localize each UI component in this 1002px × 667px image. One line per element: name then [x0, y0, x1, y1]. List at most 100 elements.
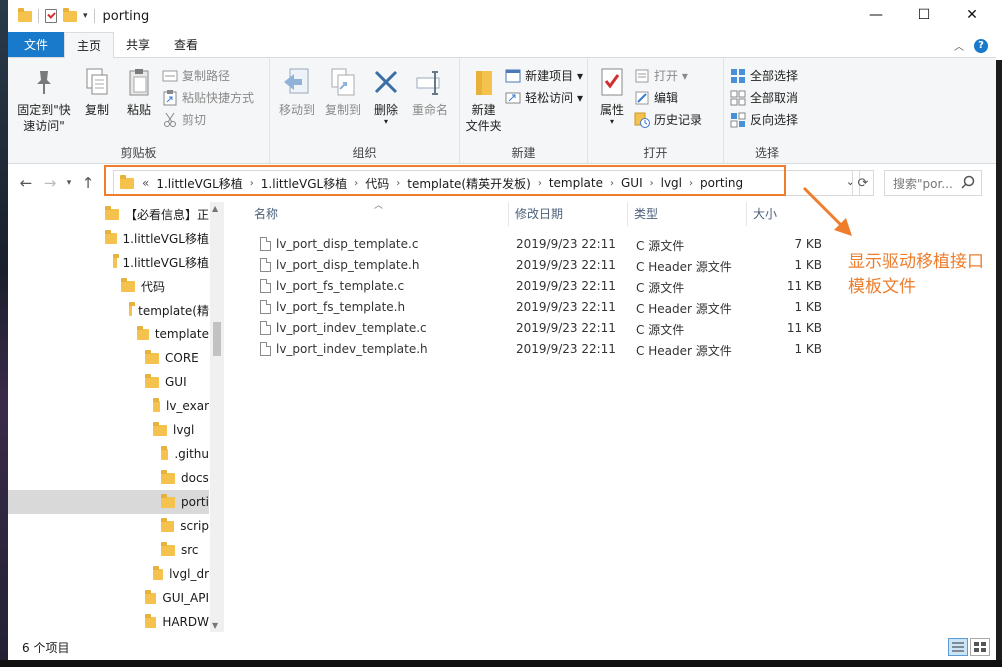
- tree-item-label: template: [154, 327, 209, 341]
- folder-icon: [153, 421, 167, 436]
- search-input[interactable]: 搜索"por...: [884, 170, 982, 196]
- recent-locations-chevron-icon[interactable]: ▾: [62, 178, 76, 188]
- forward-arrow-icon[interactable]: →: [38, 174, 62, 192]
- file-row[interactable]: lv_port_disp_template.h 2019/9/23 22:11 …: [234, 255, 834, 276]
- quick-access-toolbar: ▾: [8, 7, 95, 23]
- delete-button[interactable]: 删除 ▾: [366, 62, 406, 143]
- folder-icon: [113, 253, 119, 268]
- file-row[interactable]: lv_port_indev_template.c 2019/9/23 22:11…: [234, 318, 834, 339]
- tab-file[interactable]: 文件: [8, 32, 65, 57]
- view-toggle: [948, 638, 990, 656]
- cut-button[interactable]: 剪切: [162, 110, 254, 129]
- scroll-thumb[interactable]: [213, 322, 221, 356]
- properties-icon[interactable]: [45, 9, 57, 23]
- tree-item-label: 【必看信息】正: [124, 207, 209, 222]
- column-header-date[interactable]: 修改日期: [509, 202, 628, 226]
- scroll-up-chevron-icon[interactable]: ▲: [212, 204, 218, 213]
- tree-item-label: lv_exar: [166, 399, 209, 413]
- file-row[interactable]: lv_port_fs_template.h 2019/9/23 22:11 C …: [234, 297, 834, 318]
- tree-item[interactable]: scrip: [161, 514, 209, 538]
- collapse-ribbon-chevron-icon[interactable]: ︿: [954, 38, 964, 53]
- nav-scrollbar[interactable]: ▲ ▼: [210, 202, 224, 632]
- tree-item-label: GUI_API: [162, 591, 209, 605]
- file-row[interactable]: lv_port_indev_template.h 2019/9/23 22:11…: [234, 339, 834, 360]
- tree-item[interactable]: 【必看信息】正: [105, 202, 209, 226]
- tab-view[interactable]: 查看: [162, 32, 210, 57]
- move-to-button[interactable]: 移动到: [274, 62, 320, 143]
- edit-button[interactable]: 编辑: [634, 88, 702, 107]
- tree-item[interactable]: lvgl: [153, 418, 209, 442]
- back-arrow-icon[interactable]: ←: [14, 174, 38, 192]
- tree-item[interactable]: GUI: [145, 370, 209, 394]
- rename-label: 重命名: [411, 103, 448, 117]
- tree-item[interactable]: 1.littleVGL移植: [105, 226, 209, 250]
- close-button[interactable]: ✕: [948, 0, 996, 30]
- large-icons-view-icon[interactable]: [970, 638, 990, 656]
- details-view-icon[interactable]: [948, 638, 968, 656]
- tree-item-selected[interactable]: porti: [8, 490, 209, 514]
- properties-dropdown-chevron-icon[interactable]: ▾: [610, 118, 614, 126]
- h-file-icon: [260, 300, 271, 314]
- annotation-text: 显示驱动移植接口模板文件: [848, 252, 984, 297]
- minimize-button[interactable]: —: [852, 0, 900, 30]
- scroll-down-chevron-icon[interactable]: ▼: [212, 621, 218, 630]
- folder-icon: [129, 301, 136, 316]
- delete-dropdown-chevron-icon[interactable]: ▾: [384, 118, 388, 126]
- file-row[interactable]: lv_port_fs_template.c 2019/9/23 22:11 C …: [234, 276, 834, 297]
- paste-button[interactable]: 粘贴: [118, 62, 160, 143]
- up-arrow-icon[interactable]: ↑: [76, 174, 100, 192]
- tree-item[interactable]: src: [161, 538, 209, 562]
- file-date: 2019/9/23 22:11: [516, 279, 616, 293]
- tree-item[interactable]: lv_exar: [153, 394, 209, 418]
- column-header-name[interactable]: 名称: [248, 202, 509, 226]
- copy-button[interactable]: 复制: [76, 62, 118, 143]
- file-name: lv_port_disp_template.h: [276, 258, 420, 272]
- file-name: lv_port_fs_template.c: [276, 279, 405, 293]
- tree-item[interactable]: 代码: [121, 274, 209, 298]
- maximize-button[interactable]: ☐: [900, 0, 948, 30]
- column-header-type[interactable]: 类型: [628, 202, 747, 226]
- select-all-button[interactable]: 全部选择: [730, 66, 798, 85]
- tree-item[interactable]: GUI_API: [145, 586, 209, 610]
- easy-access-label: 轻松访问 ▾: [525, 91, 583, 105]
- tree-item[interactable]: 1.littleVGL移植: [113, 250, 209, 274]
- help-icon[interactable]: ?: [974, 38, 988, 53]
- paste-shortcut-button[interactable]: 粘贴快捷方式: [162, 88, 254, 107]
- desktop-edge-right: [996, 60, 1002, 667]
- clipboard-icon: [123, 66, 155, 98]
- rename-button[interactable]: 重命名: [406, 62, 454, 143]
- tree-item[interactable]: HARDW: [145, 610, 209, 634]
- tree-item-label: porti: [181, 495, 209, 509]
- file-size: 11 KB: [786, 321, 822, 335]
- tab-share[interactable]: 共享: [114, 32, 162, 57]
- invert-selection-button[interactable]: 反向选择: [730, 110, 798, 129]
- tree-item[interactable]: .githu: [161, 442, 209, 466]
- tree-item[interactable]: lvgl_dr: [153, 562, 209, 586]
- tree-item[interactable]: CORE: [145, 346, 209, 370]
- tree-item[interactable]: docs: [161, 466, 209, 490]
- new-folder-icon[interactable]: [63, 7, 77, 22]
- tree-item[interactable]: template: [137, 322, 209, 346]
- invert-selection-label: 反向选择: [750, 113, 799, 127]
- history-button[interactable]: 历史记录: [634, 110, 702, 129]
- folder-icon: [137, 325, 149, 340]
- folder-icon: [18, 7, 32, 22]
- new-item-button[interactable]: 新建项目 ▾: [505, 66, 583, 85]
- easy-access-button[interactable]: 轻松访问 ▾: [505, 88, 583, 107]
- file-row[interactable]: lv_port_disp_template.c 2019/9/23 22:11 …: [234, 234, 834, 255]
- properties-button[interactable]: 属性 ▾: [592, 62, 632, 143]
- copy-to-button[interactable]: 复制到: [320, 62, 366, 143]
- copy-path-button[interactable]: 复制路径: [162, 66, 254, 85]
- new-folder-button[interactable]: 新建 文件夹: [464, 62, 503, 143]
- select-none-button[interactable]: 全部取消: [730, 88, 798, 107]
- tab-home[interactable]: 主页: [64, 32, 115, 58]
- invert-selection-icon: [730, 112, 746, 128]
- tree-item[interactable]: template(精: [129, 298, 209, 322]
- file-date: 2019/9/23 22:11: [516, 321, 616, 335]
- copy-label: 复制: [84, 103, 109, 117]
- pin-quick-access-button[interactable]: 固定到"快速访问": [12, 62, 76, 143]
- open-button[interactable]: 打开 ▾: [634, 66, 702, 85]
- select-all-label: 全部选择: [750, 69, 799, 83]
- customize-toolbar-chevron-icon[interactable]: ▾: [83, 11, 88, 21]
- file-size: 11 KB: [786, 279, 822, 293]
